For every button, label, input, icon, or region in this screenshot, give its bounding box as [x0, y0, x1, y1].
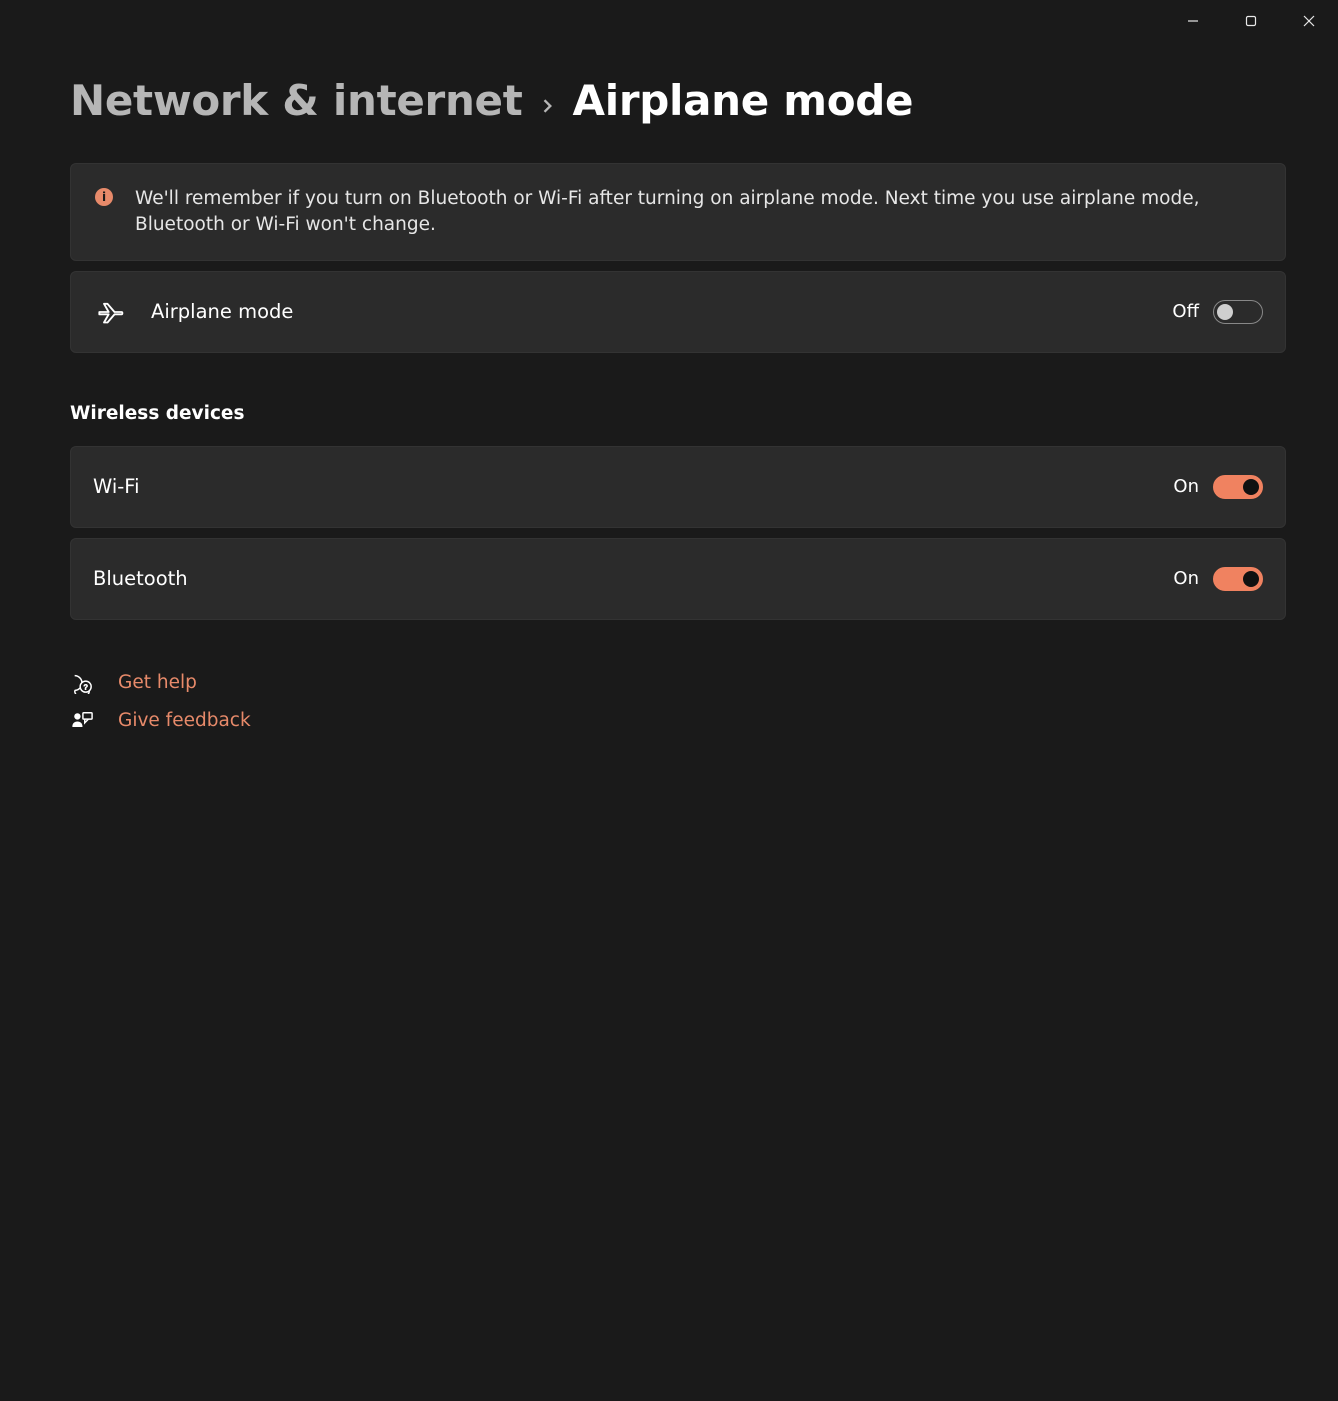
get-help-label: Get help: [118, 672, 197, 693]
titlebar: [0, 0, 1338, 42]
toggle-knob: [1243, 479, 1259, 495]
bluetooth-row: Bluetooth On: [70, 538, 1286, 620]
settings-window: Network & internet Airplane mode i We'll…: [0, 0, 1338, 1401]
help-links: ? Get help Give feedback: [70, 672, 1286, 732]
airplane-mode-toggle[interactable]: [1213, 300, 1263, 324]
wifi-toggle[interactable]: [1213, 475, 1263, 499]
info-icon: i: [95, 188, 113, 206]
info-banner-text: We'll remember if you turn on Bluetooth …: [135, 186, 1255, 238]
get-help-link[interactable]: ? Get help: [70, 672, 1286, 694]
help-icon: ?: [70, 672, 94, 694]
bluetooth-toggle[interactable]: [1213, 567, 1263, 591]
airplane-icon: [93, 298, 129, 326]
give-feedback-label: Give feedback: [118, 710, 251, 731]
airplane-mode-row: Airplane mode Off: [70, 271, 1286, 353]
breadcrumb: Network & internet Airplane mode: [70, 76, 1286, 125]
breadcrumb-parent[interactable]: Network & internet: [70, 76, 523, 125]
chevron-right-icon: [541, 93, 555, 118]
maximize-icon: [1245, 15, 1257, 27]
airplane-mode-state: Off: [1172, 301, 1199, 322]
give-feedback-link[interactable]: Give feedback: [70, 710, 1286, 732]
bluetooth-label: Bluetooth: [93, 567, 188, 590]
toggle-knob: [1243, 571, 1259, 587]
minimize-icon: [1187, 15, 1199, 27]
info-banner: i We'll remember if you turn on Bluetoot…: [70, 163, 1286, 261]
bluetooth-state: On: [1173, 568, 1199, 589]
feedback-icon: [70, 710, 94, 732]
page-content: Network & internet Airplane mode i We'll…: [0, 42, 1338, 762]
maximize-button[interactable]: [1222, 0, 1280, 42]
close-icon: [1303, 15, 1315, 27]
wireless-section-title: Wireless devices: [70, 403, 1286, 424]
svg-text:?: ?: [84, 682, 88, 691]
toggle-knob: [1217, 304, 1233, 320]
close-button[interactable]: [1280, 0, 1338, 42]
minimize-button[interactable]: [1164, 0, 1222, 42]
page-title: Airplane mode: [573, 76, 914, 125]
wifi-label: Wi-Fi: [93, 475, 140, 498]
airplane-mode-label: Airplane mode: [151, 300, 293, 323]
wifi-state: On: [1173, 476, 1199, 497]
wifi-row: Wi-Fi On: [70, 446, 1286, 528]
